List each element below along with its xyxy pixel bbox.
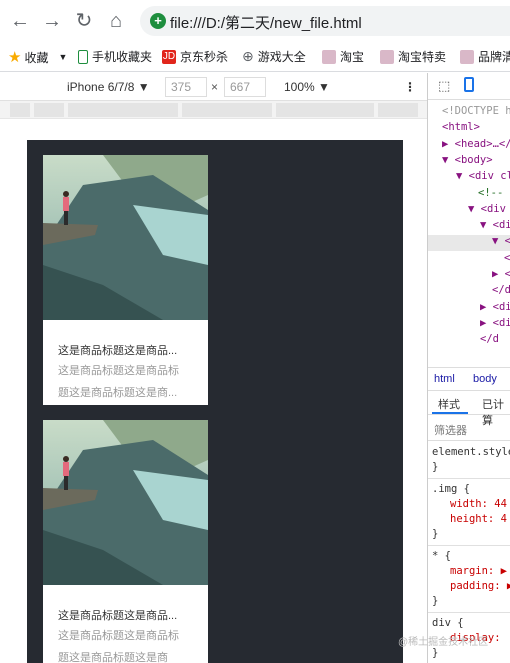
css-brace: } (432, 595, 439, 607)
device-toolbar: iPhone 6/7/8 ▼ 375 × 667 100% ▼ ⋮ (0, 73, 427, 101)
product-image (43, 155, 208, 320)
css-property[interactable]: height: 4 (450, 513, 507, 525)
width-input[interactable]: 375 (165, 77, 207, 97)
height-input[interactable]: 667 (224, 77, 266, 97)
times-sign: × (211, 80, 219, 94)
watermark: @稀土掘金技术社区 (398, 637, 489, 648)
bookmark-label: 淘宝特卖 (398, 50, 447, 64)
css-selector[interactable]: * { (432, 550, 451, 562)
secure-shield-icon: + (150, 13, 166, 29)
dom-node[interactable]: ▶ <head>…</ (428, 138, 510, 154)
bookmark-label: 手机收藏夹 (92, 50, 153, 64)
dom-node[interactable]: </d (428, 333, 499, 349)
css-selector[interactable]: .img { (432, 483, 470, 495)
taobao-icon (380, 49, 394, 64)
globe-icon: ⊕ (242, 48, 254, 64)
bookmark-mobile[interactable]: 手机收藏夹 (78, 48, 152, 65)
bookmark-label: 京东秒杀 (180, 50, 229, 64)
zoom-select[interactable]: 100% ▼ (284, 80, 330, 94)
device-viewport: 这是商品标题这是商品... 这是商品标题这是商品标 题这是商品标题这是商... (27, 140, 403, 663)
product-card[interactable]: 这是商品标题这是商品... 这是商品标题这是商品标 题这是商品标题这是商... (43, 155, 208, 405)
dom-node[interactable]: ▼ <div (428, 203, 506, 219)
dom-node[interactable]: <html> (428, 121, 480, 137)
address-bar[interactable]: + file:///D:/第二天/new_file.html (140, 6, 510, 36)
rule-separator (428, 612, 510, 613)
bookmark-favorites[interactable]: ★ 收藏 ▼ (8, 48, 67, 66)
dom-node[interactable]: ▼ <body> (428, 154, 493, 170)
styles-tabs: 样式 已计算 (428, 391, 510, 427)
bookmark-games[interactable]: ⊕ 游戏大全 (242, 48, 306, 65)
bookmark-jd[interactable]: JD 京东秒杀 (162, 48, 228, 65)
dom-node[interactable]: </ (428, 252, 510, 268)
active-tab-indicator (432, 412, 468, 414)
taobao-icon (460, 49, 474, 64)
inspect-element-icon[interactable]: ⬚ (438, 78, 450, 94)
product-desc-line-1: 这是商品标题这是商品标 (58, 365, 179, 377)
css-selector[interactable]: element.style (432, 446, 510, 458)
forward-arrow-icon[interactable]: → (40, 9, 64, 33)
css-brace: } (432, 461, 439, 473)
css-property[interactable]: width: 44 (450, 498, 507, 510)
bookmark-label: 淘宝 (340, 50, 365, 64)
back-arrow-icon[interactable]: ← (8, 9, 32, 33)
product-image (43, 420, 208, 585)
bookmark-label: 收藏 (24, 50, 49, 65)
reload-icon[interactable]: ↻ (72, 9, 96, 33)
media-query-ruler (0, 101, 427, 119)
jd-icon: JD (162, 49, 176, 64)
css-selector[interactable]: div { (432, 617, 464, 629)
rule-separator (428, 478, 510, 479)
product-title: 这是商品标题这是商品... (58, 610, 178, 622)
device-toggle-icon[interactable] (464, 77, 474, 92)
bookmark-taobao-sale[interactable]: 淘宝特卖 (380, 48, 446, 65)
bookmark-brand[interactable]: 品牌清 (460, 48, 510, 65)
dom-node[interactable]: ▶ < (428, 268, 510, 284)
taobao-icon (322, 49, 336, 64)
product-desc-line-2: 题这是商品标题这是商 (58, 652, 168, 663)
product-desc-line-2: 题这是商品标题这是商... (58, 387, 178, 399)
css-property[interactable]: margin: ▶ (450, 565, 507, 577)
url-text: file:///D:/第二天/new_file.html (170, 15, 362, 32)
dom-node[interactable]: ▶ <di (428, 317, 510, 333)
filter-placeholder: 筛选器 (434, 425, 467, 437)
dropdown-arrow-icon[interactable]: ▼ (58, 52, 67, 62)
device-select[interactable]: iPhone 6/7/8 ▼ (67, 80, 150, 94)
breadcrumb-body[interactable]: body (473, 373, 497, 385)
star-icon: ★ (8, 49, 22, 66)
browser-nav-bar: ← → ↻ ⌂ + file:///D:/第二天/new_file.html (0, 0, 510, 42)
phone-icon (78, 49, 88, 64)
breadcrumb-html[interactable]: html (434, 373, 455, 385)
bookmark-label: 品牌清 (478, 50, 510, 64)
bookmarks-bar: ★ 收藏 ▼ 手机收藏夹 JD 京东秒杀 ⊕ 游戏大全 淘宝 淘宝特卖 品牌清 (0, 42, 510, 72)
bookmark-taobao[interactable]: 淘宝 (322, 48, 364, 65)
tab-styles[interactable]: 样式 (438, 396, 460, 412)
dom-node[interactable]: ▼ < (428, 235, 510, 252)
dom-node[interactable]: </d (428, 284, 510, 300)
product-desc-line-1: 这是商品标题这是商品标 (58, 630, 179, 642)
styles-filter-input[interactable]: 筛选器 (428, 417, 510, 441)
dom-node[interactable]: <!DOCTYPE h (428, 105, 510, 121)
dom-node[interactable]: ▼ <div cl (428, 170, 510, 186)
devtools-toolbar: ⬚ (428, 73, 510, 100)
devtools-panel: ⬚ <!DOCTYPE h <html> ▶ <head>…</▼ <body> ▼ … (427, 73, 510, 663)
css-brace: } (432, 528, 439, 540)
product-card[interactable]: 这是商品标题这是商品... 这是商品标题这是商品标 题这是商品标题这是商 (43, 420, 208, 663)
product-title: 这是商品标题这是商品... (58, 345, 178, 357)
dom-breadcrumb: html body (428, 367, 510, 391)
dom-node[interactable]: ▼ <di (428, 219, 510, 235)
bookmark-label: 游戏大全 (257, 50, 306, 64)
rule-separator (428, 545, 510, 546)
home-icon[interactable]: ⌂ (104, 9, 128, 33)
css-brace: } (432, 647, 439, 659)
dom-node[interactable]: <!-- (428, 187, 503, 203)
more-options-icon[interactable]: ⋮ (404, 80, 416, 94)
css-property[interactable]: padding: ▶ (450, 580, 510, 592)
dom-node[interactable]: ▶ <di (428, 301, 510, 317)
